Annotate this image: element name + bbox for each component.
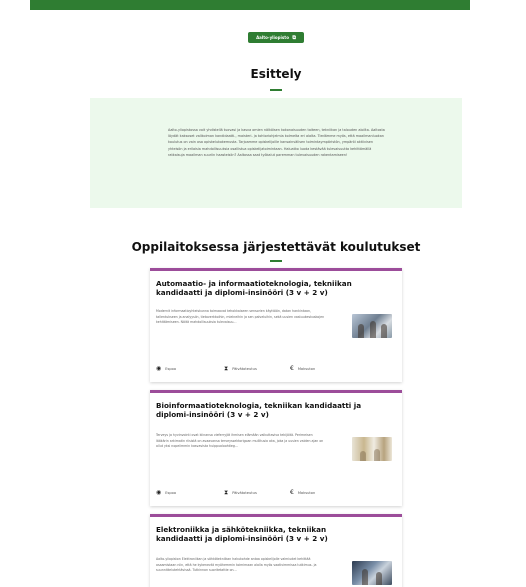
external-link-icon: ⧉ <box>292 35 296 41</box>
location-icon: ◉ <box>156 365 162 372</box>
hourglass-icon: ⧗ <box>224 365 229 372</box>
meta-price-label: Maksuton <box>297 367 316 371</box>
programs-title: Oppilaitoksessa järjestettävät koulutuks… <box>131 240 421 254</box>
cta-wrapper: Aalto-yliopisto ⧉ <box>90 24 462 43</box>
page-content: Aalto-yliopisto ⧉ Esittely Aalto-yliopis… <box>90 10 462 587</box>
meta-price: € Maksuton <box>290 365 315 373</box>
program-description: Modernit informaatioyhteiskunna toimaava… <box>156 309 325 325</box>
meta-location-label: Espoo <box>165 367 177 371</box>
program-description: Terveys ja hyvinvointi ovat kiinansa vie… <box>156 433 324 449</box>
program-card[interactable]: Bioinformaatioteknologia, tekniikan kand… <box>150 390 402 506</box>
title-underline <box>270 89 282 91</box>
meta-duration-label: Päivätoteutus <box>232 367 257 371</box>
meta-location: ◉ Espoo <box>156 365 176 373</box>
hourglass-icon: ⧗ <box>224 489 229 496</box>
intro-text: Aalto-yliopistossa voit yhdistellä tuova… <box>168 128 385 157</box>
euro-icon: € <box>290 365 294 372</box>
meta-location: ◉ Espoo <box>156 489 176 497</box>
image-figure <box>381 324 387 338</box>
meta-duration: ⧗ Päivätoteutus <box>224 489 257 497</box>
intro-panel: Aalto-yliopistossa voit yhdistellä tuova… <box>90 98 462 208</box>
meta-duration: ⧗ Päivätoteutus <box>224 365 257 373</box>
meta-price: € Maksuton <box>290 489 315 497</box>
program-image <box>352 314 392 338</box>
program-title[interactable]: Elektroniikka ja sähkötekniikka, tekniik… <box>156 525 371 543</box>
top-accent-bar <box>30 0 470 10</box>
program-title[interactable]: Automaatio- ja informaatioteknologia, te… <box>156 279 371 297</box>
program-card[interactable]: Elektroniikka ja sähkötekniikka, tekniik… <box>150 514 402 587</box>
title-underline <box>270 260 282 262</box>
meta-duration-label: Päivätoteutus <box>232 491 257 495</box>
image-figure <box>358 324 364 338</box>
image-figure <box>362 569 368 585</box>
program-image <box>352 437 392 461</box>
program-meta: ◉ Espoo ⧗ Päivätoteutus € Maksuton <box>156 489 386 497</box>
meta-price-label: Maksuton <box>297 491 316 495</box>
image-figure <box>376 572 382 585</box>
program-title[interactable]: Bioinformaatioteknologia, tekniikan kand… <box>156 401 371 419</box>
program-image <box>352 561 392 585</box>
program-card[interactable]: Automaatio- ja informaatioteknologia, te… <box>150 268 402 382</box>
location-icon: ◉ <box>156 489 162 496</box>
image-figure <box>374 449 380 461</box>
euro-icon: € <box>290 489 294 496</box>
image-figure <box>360 451 366 461</box>
intro-title: Esittely <box>250 67 302 81</box>
program-meta: ◉ Espoo ⧗ Päivätoteutus € Maksuton <box>156 365 386 373</box>
cta-label: Aalto-yliopisto <box>256 35 289 40</box>
image-figure <box>370 321 376 338</box>
cta-button[interactable]: Aalto-yliopisto ⧉ <box>248 32 304 43</box>
meta-location-label: Espoo <box>165 491 177 495</box>
program-description: Aalto-yliopiston Elektroniikan ja sähköt… <box>156 557 317 573</box>
